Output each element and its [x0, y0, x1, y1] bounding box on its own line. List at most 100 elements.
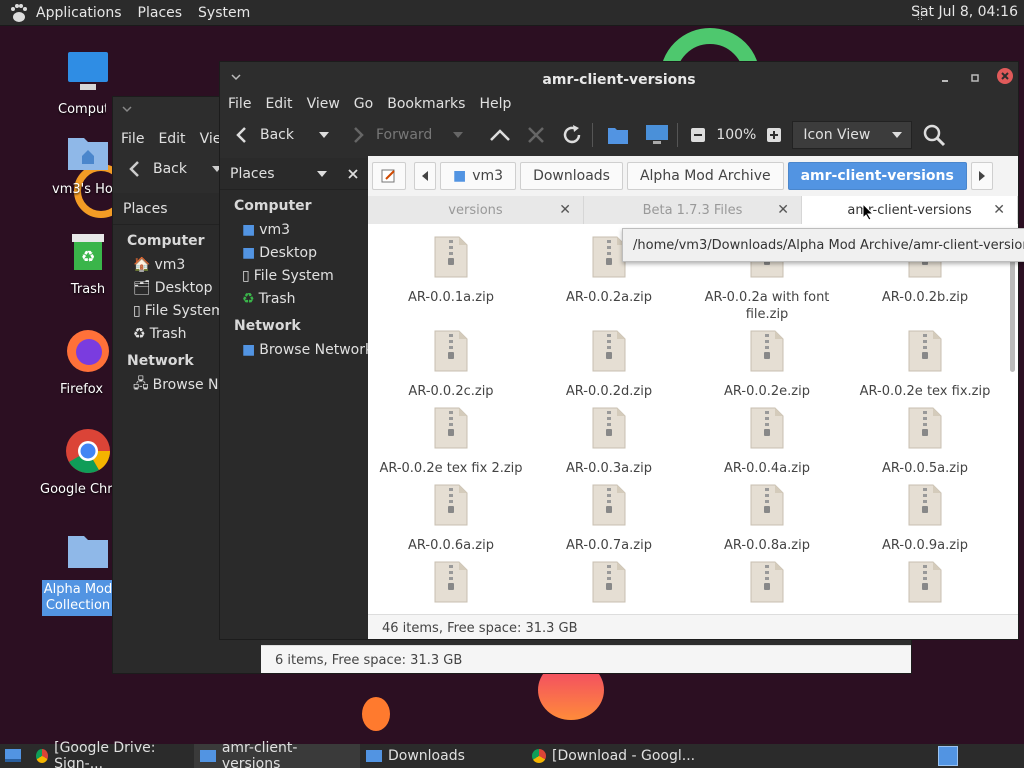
taskbar-downloads[interactable]: Downloads: [360, 744, 526, 768]
sidebar-item-browse-network[interactable]: ■ Browse Network: [220, 338, 373, 361]
file-item[interactable]: AR-0.0.1a.zip: [372, 236, 530, 306]
computer-icon[interactable]: [645, 124, 669, 146]
menu-file[interactable]: File: [228, 96, 251, 112]
chrome-icon: [36, 749, 49, 763]
path-scroll-right-button[interactable]: [970, 162, 993, 190]
zip-file-icon: [908, 407, 942, 449]
file-item[interactable]: AR-0.0.12a_01.zip: [846, 561, 1004, 614]
tab-amr-client-versions[interactable]: amr-client-versions ✕: [802, 196, 1018, 224]
sidebar-item-label: Browse Network: [259, 341, 374, 358]
zip-file-icon: [908, 561, 942, 603]
close-tab-icon[interactable]: ✕: [777, 202, 789, 218]
breadcrumb-alpha-mod-archive[interactable]: Alpha Mod Archive: [626, 162, 784, 190]
sidebar-item-desktop[interactable]: ■ Desktop: [220, 241, 368, 264]
file-item[interactable]: AR-0.0.2c.zip: [372, 330, 530, 400]
file-view[interactable]: AR-0.0.1a.zip AR-0.0.2a.zip AR-0.0.2a with…: [368, 224, 1018, 614]
file-label: AR-0.0.2a.zip: [566, 290, 652, 305]
file-label: AR-0.0.2a with font file.zip: [704, 290, 830, 322]
sidebar-item-file-system[interactable]: ▯ File System: [220, 264, 368, 287]
close-tab-icon[interactable]: ✕: [559, 202, 571, 218]
desktop-icon-label: Firefox: [60, 382, 104, 397]
taskbar-google-drive[interactable]: [Google Drive: Sign-...: [30, 740, 194, 768]
taskbar-amr-client-versions[interactable]: amr-client-versions: [194, 740, 360, 768]
sidebar-item-label: vm3: [259, 221, 291, 238]
file-item[interactable]: AR-0.0.2e tex fix 2.zip: [372, 407, 530, 477]
up-arrow-icon[interactable]: [488, 125, 512, 145]
minimize-icon[interactable]: [940, 73, 950, 83]
sidebar-header[interactable]: Places: [220, 158, 368, 190]
search-icon[interactable]: [922, 123, 946, 147]
tab-beta-1-7-3-files[interactable]: Beta 1.7.3 Files ✕: [584, 196, 802, 224]
zip-file-icon: [750, 330, 784, 372]
clock[interactable]: Sat Jul 8, 04:16: [911, 4, 1018, 20]
breadcrumb-vm3[interactable]: ■ vm3: [440, 162, 517, 190]
reload-icon[interactable]: [560, 123, 584, 147]
breadcrumb-downloads[interactable]: Downloads: [520, 162, 623, 190]
file-item[interactable]: AR-0.0.6a.zip: [372, 484, 530, 554]
window-menu-icon[interactable]: [121, 103, 133, 115]
zoom-out-icon[interactable]: [690, 127, 706, 143]
system-menu[interactable]: System: [198, 5, 250, 21]
menu-edit[interactable]: Edit: [265, 96, 292, 112]
menu-file[interactable]: File: [121, 131, 144, 147]
show-desktop-icon[interactable]: [4, 747, 22, 765]
applications-menu[interactable]: Applications: [36, 5, 122, 21]
menu-bookmarks[interactable]: Bookmarks: [387, 96, 465, 112]
file-item[interactable]: AR-0.0.2e.zip: [688, 330, 846, 400]
gnome-foot-icon[interactable]: [8, 2, 30, 24]
file-item[interactable]: AR-0.0.11a.zip: [530, 561, 688, 614]
breadcrumb-amr-client-versions[interactable]: amr-client-versions: [787, 162, 967, 190]
path-scroll-left-button[interactable]: [414, 162, 436, 190]
file-label: AR-0.0.6a.zip: [408, 538, 494, 553]
file-item[interactable]: AR-0.0.12a.zip: [688, 561, 846, 614]
sidebar-item-label: vm3: [154, 256, 186, 273]
sidebar-item-vm3[interactable]: ■ vm3: [220, 218, 368, 241]
file-label: AR-0.0.5a.zip: [882, 461, 968, 476]
svg-text:♻: ♻: [81, 247, 95, 266]
file-item[interactable]: AR-0.0.3a.zip: [530, 407, 688, 477]
stop-icon[interactable]: [526, 125, 546, 145]
back-history-chevron-icon[interactable]: [318, 129, 330, 141]
toolbar-separator: [677, 123, 679, 147]
close-tab-icon[interactable]: ✕: [993, 202, 1005, 218]
window-menu-icon[interactable]: [230, 71, 242, 83]
main-file-manager-window[interactable]: amr-client-versions File Edit View Go Bo…: [219, 61, 1019, 640]
zip-file-icon: [592, 330, 626, 372]
menu-go[interactable]: Go: [354, 96, 373, 112]
forward-history-chevron-icon[interactable]: [452, 129, 464, 141]
back-button[interactable]: Back: [232, 125, 294, 145]
workspace-switcher[interactable]: [938, 746, 958, 766]
menu-edit[interactable]: Edit: [158, 131, 185, 147]
file-item[interactable]: AR-0.0.9a.zip: [846, 484, 1004, 554]
file-label: AR-0.0.2d.zip: [565, 384, 653, 399]
places-menu[interactable]: Places: [138, 5, 183, 21]
zip-file-icon: [434, 236, 468, 278]
file-item[interactable]: AR-0.0.2e tex fix.zip: [846, 330, 1004, 400]
tab-versions[interactable]: versions ✕: [368, 196, 584, 224]
file-item[interactable]: AR-0.0.5a.zip: [846, 407, 1004, 477]
view-mode-select[interactable]: Icon View: [792, 121, 913, 149]
file-item[interactable]: AR-0.0.2d.zip: [530, 330, 688, 400]
taskbar-download-google[interactable]: [Download - Googl...: [526, 744, 726, 768]
menu-help[interactable]: Help: [479, 96, 511, 112]
file-item[interactable]: AR-0.0.8a.zip: [688, 484, 846, 554]
file-item[interactable]: AR-0.0.7a.zip: [530, 484, 688, 554]
home-folder-icon[interactable]: [607, 125, 629, 145]
file-item[interactable]: AR-0.0.10a.zip: [372, 561, 530, 614]
chevron-down-icon[interactable]: [316, 168, 328, 180]
close-sidebar-icon[interactable]: [348, 168, 358, 179]
zoom-in-icon[interactable]: [766, 127, 782, 143]
toggle-location-entry-button[interactable]: [372, 162, 406, 190]
arrow-left-icon: [129, 161, 139, 177]
sidebar-item-trash[interactable]: ♻ Trash: [220, 287, 368, 310]
file-item[interactable]: AR-0.0.4a.zip: [688, 407, 846, 477]
maximize-icon[interactable]: [970, 73, 980, 83]
close-icon[interactable]: [996, 67, 1014, 85]
back-button[interactable]: Back: [125, 159, 187, 179]
zip-file-icon: [434, 484, 468, 526]
bottom-panel: [Google Drive: Sign-... amr-client-versi…: [0, 740, 1024, 768]
zip-file-icon: [434, 561, 468, 603]
menu-view[interactable]: View: [307, 96, 340, 112]
forward-button[interactable]: Forward: [348, 125, 432, 145]
tab-label: Beta 1.7.3 Files: [642, 202, 743, 218]
